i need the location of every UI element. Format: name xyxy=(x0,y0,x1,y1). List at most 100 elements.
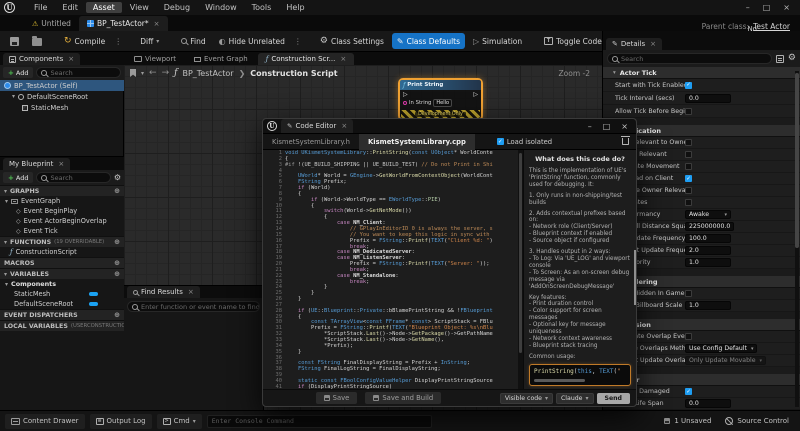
add-macro-icon[interactable]: ⊕ xyxy=(114,259,120,267)
checkbox[interactable] xyxy=(685,107,692,115)
hide-unrelated-options-icon[interactable]: ⋮ xyxy=(293,37,303,46)
event-dispatchers-section-header[interactable]: EVENT DISPATCHERS ⊕ xyxy=(0,309,124,320)
tab-details[interactable]: ✎ Details × xyxy=(606,38,663,50)
usage-code-box[interactable]: PrintString(this, TEXT(" xyxy=(529,363,631,386)
close-tab-icon[interactable]: × xyxy=(341,122,347,130)
browse-button[interactable] xyxy=(27,33,47,49)
close-tab-icon[interactable]: × xyxy=(188,288,194,296)
tab-kismet-cpp[interactable]: KismetSystemLibrary.cpp xyxy=(358,133,475,150)
save-and-build-button[interactable]: Save and Build xyxy=(365,392,442,404)
checkbox[interactable]: ✓ xyxy=(685,81,692,89)
components-search[interactable]: Search xyxy=(36,67,121,78)
component-row-root[interactable]: ▾ DefaultSceneRoot xyxy=(0,91,124,102)
send-button[interactable]: Send xyxy=(596,392,630,404)
macros-section-header[interactable]: MACROS ⊕ xyxy=(0,257,124,268)
add-component-button[interactable]: + Add xyxy=(3,67,34,78)
checkbox[interactable] xyxy=(685,333,692,340)
dropdown[interactable]: Only Update Movable ▾ xyxy=(685,356,767,365)
value-field[interactable]: 100.0 xyxy=(685,234,731,243)
exec-out-pin[interactable]: ▷ xyxy=(473,91,478,98)
console-command-input[interactable] xyxy=(206,414,432,428)
close-tab-icon[interactable]: × xyxy=(154,20,160,28)
output-log-button[interactable]: ≡ Output Log xyxy=(89,413,152,429)
value-field[interactable]: 2.0 xyxy=(685,246,731,255)
add-dispatcher-icon[interactable]: ⊕ xyxy=(114,311,120,319)
print-string-node[interactable]: ƒ Print String ▷ ▷ In String Hello Develo… xyxy=(398,78,483,126)
tab-event-graph[interactable]: Event Graph xyxy=(186,53,256,65)
variable-row[interactable]: DefaultSceneRoot xyxy=(0,299,124,309)
close-tab-icon[interactable]: × xyxy=(340,55,346,63)
content-drawer-button[interactable]: Content Drawer xyxy=(5,413,85,429)
event-graph-row[interactable]: ▾ EventGraph xyxy=(0,196,124,206)
checkbox[interactable] xyxy=(685,187,692,194)
menu-view[interactable]: View xyxy=(123,2,156,13)
simulation-button[interactable]: ▷ Simulation xyxy=(468,33,527,49)
menu-window[interactable]: Window xyxy=(198,2,244,13)
diff-button[interactable]: Diff ▾ xyxy=(135,33,164,49)
forward-arrow-icon[interactable]: → xyxy=(162,68,170,78)
bookmark-icon[interactable] xyxy=(130,69,136,77)
expand-arrow-icon[interactable]: ▾ xyxy=(12,93,15,100)
add-graph-icon[interactable]: ⊕ xyxy=(114,187,120,195)
close-icon[interactable]: × xyxy=(621,122,628,131)
add-variable-icon[interactable]: ⊕ xyxy=(114,270,120,278)
event-row[interactable]: ◇ Event Tick xyxy=(0,226,124,236)
checkbox[interactable] xyxy=(685,163,692,170)
in-string-input[interactable]: Hello xyxy=(433,99,453,107)
code-editor-window[interactable]: U ✎ Code Editor × – □ × KismetSystemLibrar… xyxy=(262,118,637,407)
ai-panel-scrollbar[interactable] xyxy=(634,250,636,305)
property-matrix-icon[interactable] xyxy=(775,54,784,63)
variables-section-header[interactable]: ▾ VARIABLES ⊕ xyxy=(0,268,124,279)
hide-unrelated-button[interactable]: ◐ Hide Unrelated xyxy=(214,33,290,49)
expand-arrow-icon[interactable]: ▾ xyxy=(5,198,8,205)
visible-code-dropdown[interactable]: Visible code ▾ xyxy=(499,392,553,404)
gear-icon[interactable]: ⚙ xyxy=(788,54,796,63)
close-tab-icon[interactable]: × xyxy=(58,160,64,168)
maximize-icon[interactable]: □ xyxy=(763,3,771,12)
model-dropdown[interactable]: Claude ▾ xyxy=(555,392,594,404)
gear-icon[interactable]: ⚙ xyxy=(114,173,121,182)
tab-viewport[interactable]: Viewport xyxy=(126,53,184,65)
component-row-self[interactable]: BP_TestActor (Self) xyxy=(0,80,124,91)
class-defaults-button[interactable]: ✎ Class Defaults xyxy=(391,33,466,49)
add-function-icon[interactable]: ⊕ xyxy=(114,238,120,246)
close-tab-icon[interactable]: × xyxy=(650,40,656,48)
close-tab-icon[interactable]: × xyxy=(68,55,74,63)
code-area[interactable]: void UKismetSystemLibrary::PrintString(c… xyxy=(285,150,518,389)
local-variables-section-header[interactable]: LOCAL VARIABLES(USERCONSTRUCTIONSCRIPT)⊕ xyxy=(0,320,124,331)
breadcrumb-leaf[interactable]: Construction Script xyxy=(250,69,337,78)
details-section-header[interactable]: ▾ Actor Tick xyxy=(603,67,800,79)
load-isolated-checkbox[interactable]: ✓ Load isolated xyxy=(496,138,552,146)
variable-row[interactable]: StaticMesh xyxy=(0,289,124,299)
construction-script-row[interactable]: ƒ ConstructionScript xyxy=(0,247,124,257)
menu-tools[interactable]: Tools xyxy=(245,2,279,13)
details-search[interactable]: Search xyxy=(607,53,772,64)
code-editor-titlebar[interactable]: U ✎ Code Editor × – □ × xyxy=(263,119,636,134)
event-row[interactable]: ◇ Event BeginPlay xyxy=(0,206,124,216)
find-results-search[interactable]: Enter function or event name to find ref… xyxy=(127,301,260,312)
details-scrollbar[interactable] xyxy=(795,71,799,407)
exec-in-pin[interactable]: ▷ xyxy=(403,91,408,98)
checkbox[interactable]: ✓ xyxy=(685,388,692,395)
checkbox[interactable]: ✓ xyxy=(685,175,692,182)
tab-construction-script[interactable]: ƒ Construction Scr... × xyxy=(257,53,355,65)
save-button[interactable]: Save xyxy=(315,392,358,404)
compile-options-icon[interactable]: ⋮ xyxy=(113,37,123,46)
menu-file[interactable]: File xyxy=(27,2,54,13)
menu-debug[interactable]: Debug xyxy=(157,2,197,13)
cmd-dropdown[interactable]: > Cmd ▾ xyxy=(156,413,202,429)
tab-kismet-h[interactable]: KismetSystemLibrary.h xyxy=(263,134,359,150)
save-asset-button[interactable] xyxy=(5,33,24,49)
dropdown[interactable]: Awake ▾ xyxy=(685,210,731,219)
string-pin-icon[interactable] xyxy=(403,101,407,105)
tab-untitled[interactable]: ⚠ Untitled xyxy=(24,16,79,31)
menu-help[interactable]: Help xyxy=(279,2,311,13)
class-settings-button[interactable]: ⚙ Class Settings xyxy=(315,33,389,49)
scrollbar-thumb[interactable] xyxy=(519,153,522,353)
variables-components-group[interactable]: ▾ Components xyxy=(0,279,124,289)
tab-my-blueprint[interactable]: My Blueprint × xyxy=(3,158,71,170)
value-field[interactable]: 1.0 xyxy=(685,301,731,310)
dropdown[interactable]: Use Config Default ▾ xyxy=(685,344,758,353)
checkbox[interactable] xyxy=(685,151,692,158)
tab-bp-testactor[interactable]: BP_TestActor* × xyxy=(78,16,168,31)
